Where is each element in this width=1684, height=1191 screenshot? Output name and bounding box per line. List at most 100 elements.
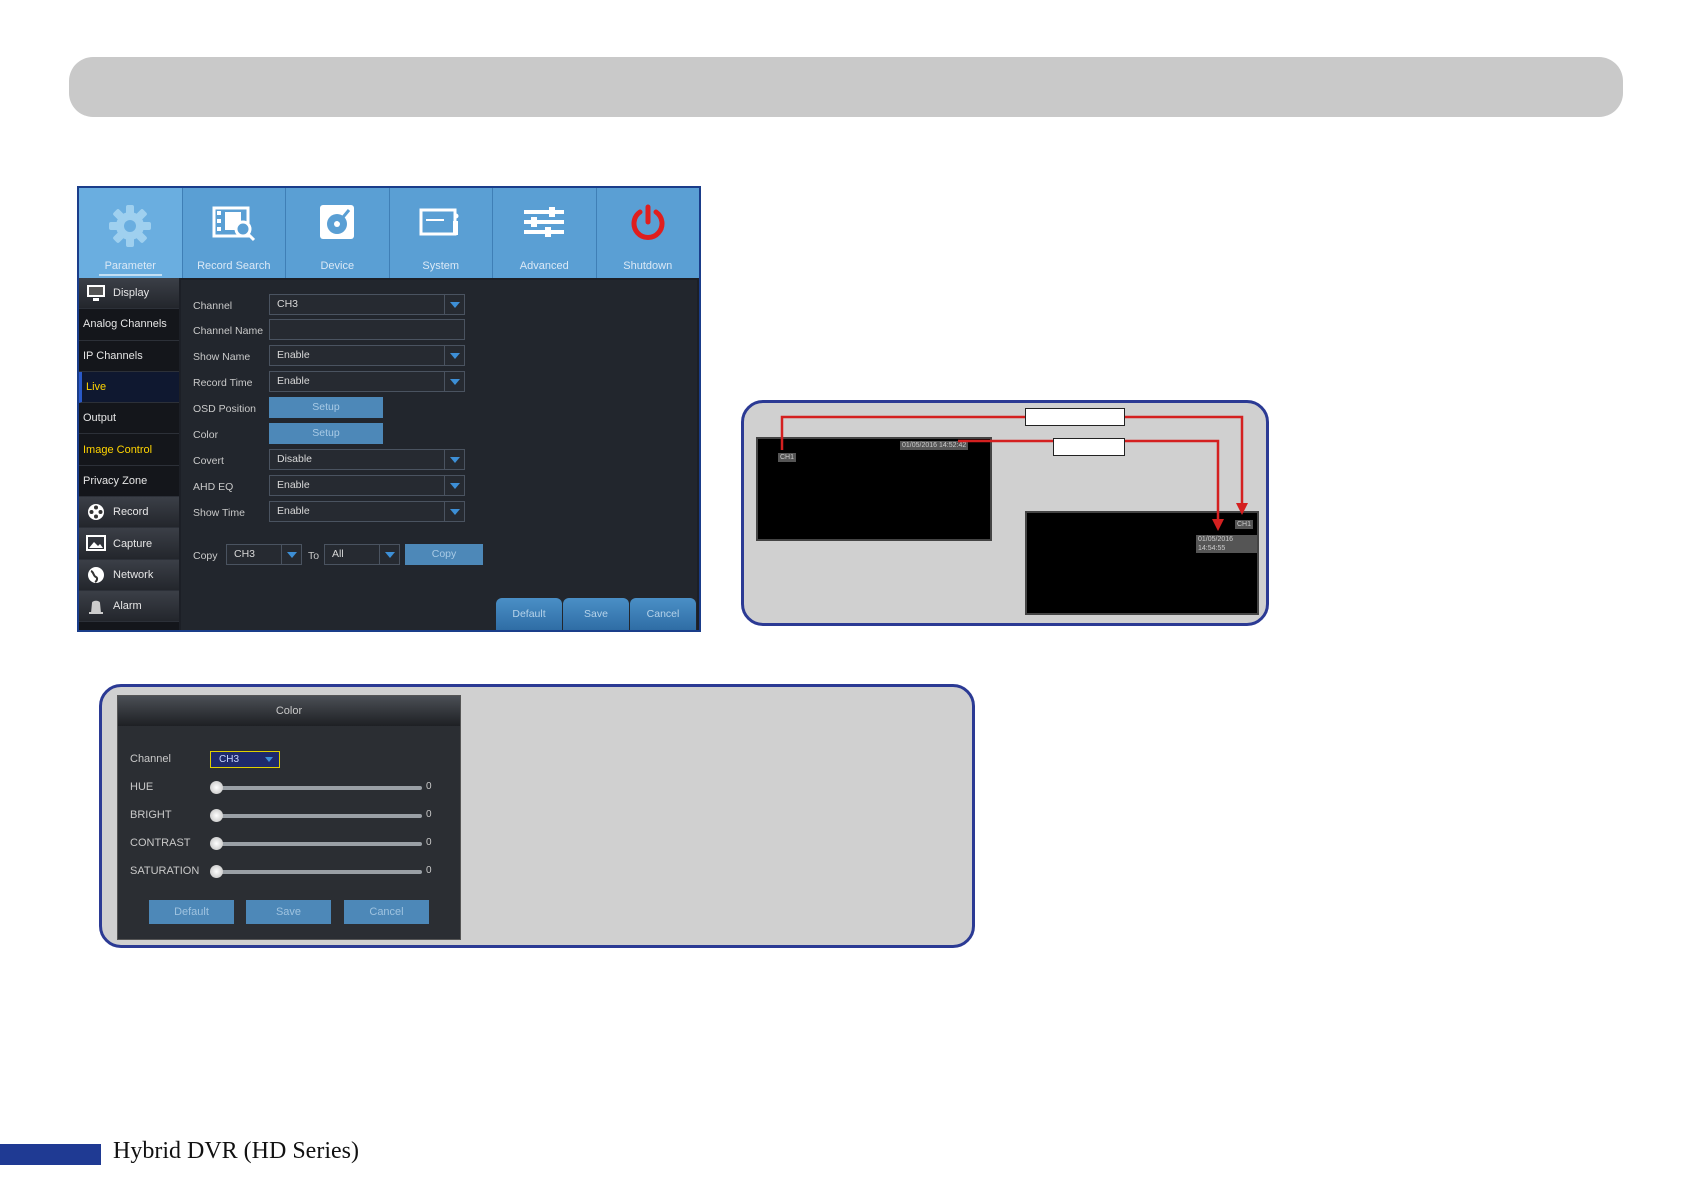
channel-name-input[interactable]	[269, 319, 465, 340]
ahd-eq-select[interactable]: Enable	[269, 475, 465, 496]
osd-position-setup-button[interactable]: Setup	[269, 397, 383, 418]
color-channel-value: CH3	[219, 754, 240, 765]
record-time-select[interactable]: Enable	[269, 371, 465, 392]
default-button[interactable]: Default	[496, 598, 562, 630]
film-reel-icon	[88, 504, 104, 521]
chevron-down-icon[interactable]	[444, 346, 464, 365]
globe-icon	[88, 566, 104, 583]
osd-position-label: OSD Position	[193, 403, 257, 415]
copy-button[interactable]: Copy	[405, 544, 483, 565]
slider-knob[interactable]	[210, 837, 223, 850]
arrow-head-icon	[1212, 519, 1224, 531]
cancel-button[interactable]: Cancel	[630, 598, 696, 630]
channel-select-value: CH3	[277, 298, 299, 310]
show-time-label: Show Time	[193, 507, 245, 519]
channel-select[interactable]: CH3	[269, 294, 465, 315]
show-name-select[interactable]: Enable	[269, 345, 465, 366]
chevron-down-icon[interactable]	[444, 372, 464, 391]
disk-icon	[320, 205, 355, 239]
copy-to-select[interactable]: All	[324, 544, 400, 565]
sidebar-item-live[interactable]: Live	[79, 371, 179, 404]
system-icon	[419, 208, 459, 236]
to-label: To	[308, 550, 320, 562]
sliders-icon	[524, 207, 565, 237]
copy-to-value: All	[332, 548, 344, 560]
menu-shutdown[interactable]: Shutdown	[597, 188, 700, 278]
save-button[interactable]: Save	[563, 598, 629, 630]
menu-system-label: System	[422, 260, 460, 272]
color-channel-select[interactable]: CH3	[210, 751, 280, 768]
chevron-down-icon[interactable]	[444, 502, 464, 521]
sidebar-item-record[interactable]: Record	[79, 497, 179, 529]
channel-label: Channel	[193, 300, 233, 312]
menu-advanced[interactable]: Advanced	[493, 188, 597, 278]
slider-knob[interactable]	[210, 809, 223, 822]
sidebar-item-label: Network	[113, 568, 154, 581]
color-label: Color	[193, 429, 219, 441]
hue-slider[interactable]	[210, 781, 422, 794]
dialog-title: Color	[118, 696, 460, 726]
sidebar-item-ip-channels[interactable]: IP Channels	[79, 341, 179, 372]
chevron-down-icon[interactable]	[379, 545, 399, 564]
covert-label: Covert	[193, 455, 224, 467]
sidebar-item-capture[interactable]: Capture	[79, 528, 179, 560]
monitor-icon	[87, 285, 105, 301]
dvr-settings-window: Parameter Record Search Device System Ad…	[77, 186, 701, 632]
menu-system[interactable]: System	[390, 188, 493, 278]
menu-record-search[interactable]: Record Search	[183, 188, 286, 278]
covert-select-value: Disable	[277, 453, 313, 465]
menu-advanced-label: Advanced	[519, 260, 569, 272]
bright-label: BRIGHT	[130, 809, 172, 821]
contrast-slider[interactable]	[210, 837, 422, 850]
footer-accent-bar	[0, 1144, 101, 1165]
sidebar-item-alarm[interactable]: Alarm	[79, 590, 179, 623]
sidebar-item-label: Capture	[113, 537, 153, 550]
header-banner	[69, 57, 1623, 117]
record-time-select-value: Enable	[277, 375, 310, 387]
sidebar-item-label: Record	[113, 506, 149, 519]
copy-label: Copy	[193, 550, 218, 562]
record-time-label: Record Time	[193, 377, 253, 389]
power-icon	[631, 204, 665, 240]
saturation-slider[interactable]	[210, 865, 422, 878]
sidebar-item-image-control[interactable]: Image Control	[79, 434, 179, 466]
chevron-down-icon[interactable]	[444, 450, 464, 469]
sidebar-item-label: Privacy Zone	[83, 474, 148, 487]
menu-parameter[interactable]: Parameter	[79, 188, 183, 278]
chevron-down-icon[interactable]	[265, 757, 273, 762]
color-setup-button[interactable]: Setup	[269, 423, 383, 444]
ahd-eq-select-value: Enable	[277, 479, 310, 491]
sidebar-item-label: Live	[86, 381, 107, 394]
covert-select[interactable]: Disable	[269, 449, 465, 470]
chevron-down-icon[interactable]	[444, 295, 464, 314]
bright-slider[interactable]	[210, 809, 422, 822]
color-default-button[interactable]: Default	[149, 900, 234, 924]
sidebar-item-label: Output	[83, 412, 117, 425]
show-time-select-value: Enable	[277, 505, 310, 517]
slider-knob[interactable]	[210, 865, 223, 878]
contrast-label: CONTRAST	[130, 837, 191, 849]
show-time-select[interactable]: Enable	[269, 501, 465, 522]
saturation-value: 0	[426, 865, 432, 876]
menu-device[interactable]: Device	[286, 188, 390, 278]
slider-knob[interactable]	[210, 781, 223, 794]
color-save-button[interactable]: Save	[246, 900, 331, 924]
sidebar-item-display[interactable]: Display	[79, 278, 179, 310]
sidebar-item-output[interactable]: Output	[79, 403, 179, 435]
sidebar-item-analog-channels[interactable]: Analog Channels	[79, 309, 179, 341]
color-dialog-panel: Color Channel CH3 HUE 0 BRIGHT 0 CONTRAS…	[99, 684, 975, 948]
live-settings-panel: Channel CH3 Channel Name Show Name Enabl…	[181, 280, 697, 630]
chevron-down-icon[interactable]	[281, 545, 301, 564]
alarm-icon	[89, 600, 103, 614]
color-cancel-button[interactable]: Cancel	[344, 900, 429, 924]
copy-from-select[interactable]: CH3	[226, 544, 302, 565]
menu-record-search-label: Record Search	[197, 260, 271, 272]
chevron-down-icon[interactable]	[444, 476, 464, 495]
sidebar-item-privacy-zone[interactable]: Privacy Zone	[79, 466, 179, 498]
sidebar-item-network[interactable]: Network	[79, 559, 179, 591]
menu-shutdown-label: Shutdown	[623, 260, 673, 272]
picture-icon	[86, 535, 106, 552]
sidebar-item-label: Alarm	[113, 600, 142, 613]
hue-label: HUE	[130, 781, 154, 793]
sidebar-item-label: Image Control	[83, 443, 153, 456]
